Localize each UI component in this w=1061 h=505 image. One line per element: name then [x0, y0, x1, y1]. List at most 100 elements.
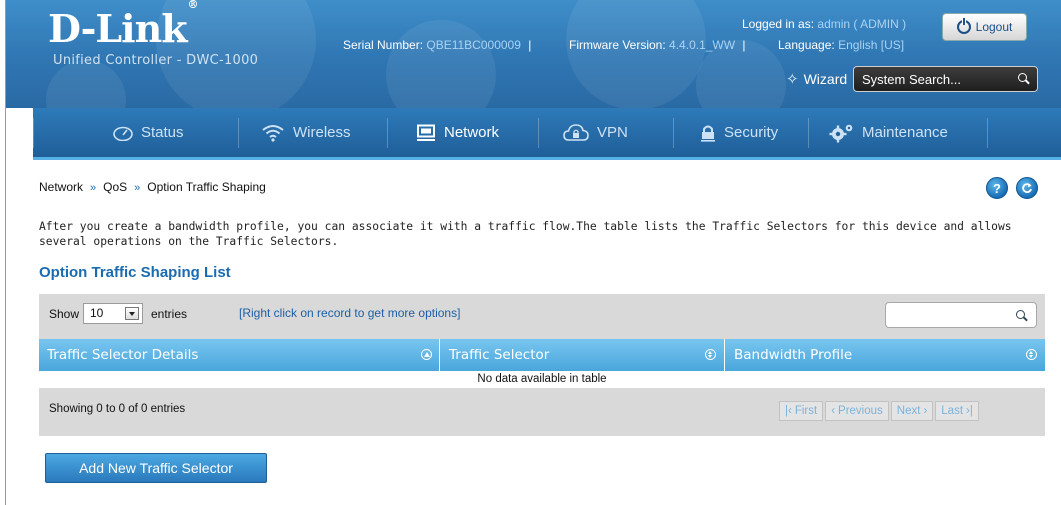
entries-value: 10 [90, 306, 104, 320]
traffic-selector-table: Show 10 entries [Right click on record t… [39, 294, 1045, 436]
dlink-logo: D-Link® [48, 0, 199, 51]
nav-item-network[interactable]: Network [416, 108, 499, 157]
next-label: Next [896, 405, 921, 417]
main-nav: Status Wireless Network VPN Security Mai… [33, 108, 1061, 160]
last-label: Last [941, 405, 964, 417]
nav-divider [987, 118, 988, 148]
nav-item-status[interactable]: Status [113, 108, 184, 157]
table-info: Showing 0 to 0 of 0 entries [49, 403, 186, 415]
first-page-button[interactable]: |‹ First [779, 401, 824, 421]
power-icon [956, 18, 971, 34]
next-page-button[interactable]: Next › [890, 401, 934, 421]
sort-asc-icon [421, 349, 432, 360]
column-header-bandwidth[interactable]: Bandwidth Profile [726, 339, 1045, 371]
pagination: |‹ First ‹ Previous Next › Last ›| [779, 401, 979, 421]
nav-label: Security [724, 124, 779, 141]
previous-label: Previous [838, 405, 883, 417]
show-label: Show [49, 307, 80, 321]
gears-icon [829, 124, 853, 142]
column-label: Traffic Selector [449, 347, 550, 363]
refresh-button[interactable] [1016, 177, 1038, 199]
nav-label: Network [444, 124, 500, 141]
serial-label: Serial Number: [343, 38, 424, 52]
empty-table-row: No data available in table [39, 371, 1045, 388]
nav-divider [33, 118, 34, 148]
language-label: Language: [778, 38, 835, 52]
decor-bubble [386, 20, 496, 108]
section-title: Option Traffic Shaping List [39, 264, 231, 281]
breadcrumb-separator: » [134, 182, 141, 194]
table-header: Traffic Selector Details Traffic Selecto… [39, 339, 1045, 371]
lock-icon [701, 125, 715, 142]
nav-label: Wireless [293, 124, 351, 141]
nav-item-wireless[interactable]: Wireless [261, 108, 351, 157]
logout-label: Logout [975, 20, 1013, 34]
refresh-icon [1022, 183, 1032, 193]
nav-item-maintenance[interactable]: Maintenance [828, 108, 948, 157]
help-button[interactable]: ? [986, 177, 1008, 199]
system-search-input[interactable] [862, 71, 1002, 88]
page-description: After you create a bandwidth profile, yo… [39, 220, 1012, 248]
breadcrumb: Network » QoS » Option Traffic Shaping [39, 180, 266, 194]
entries-select[interactable]: 10 [83, 303, 143, 324]
breadcrumb-network[interactable]: Network [39, 180, 83, 194]
cloud-lock-icon [563, 123, 589, 141]
wizard-link[interactable]: ✧ Wizard [786, 70, 847, 88]
right-click-hint: [Right click on record to get more optio… [239, 306, 461, 320]
status-gauge-icon [113, 126, 133, 141]
column-header-selector[interactable]: Traffic Selector [441, 339, 725, 371]
breadcrumb-current: Option Traffic Shaping [147, 180, 266, 194]
breadcrumb-qos[interactable]: QoS [103, 180, 127, 194]
nav-label: Maintenance [862, 124, 948, 141]
page: D-Link® Unified Controller - DWC-1000 Lo… [0, 0, 1061, 505]
search-icon[interactable] [1016, 310, 1025, 319]
chevron-down-icon[interactable] [125, 307, 139, 320]
logged-user: admin ( ADMIN ) [817, 17, 907, 31]
previous-page-button[interactable]: ‹ Previous [825, 401, 889, 421]
help-icon: ? [993, 180, 1001, 196]
search-icon[interactable] [1018, 73, 1027, 82]
wand-icon: ✧ [786, 71, 799, 88]
language: Language: English [US] [778, 38, 904, 52]
nav-divider [673, 118, 674, 148]
header: D-Link® Unified Controller - DWC-1000 Lo… [6, 0, 1061, 108]
sort-icon [705, 349, 716, 360]
app-frame: D-Link® Unified Controller - DWC-1000 Lo… [5, 0, 1061, 505]
sort-icon [1026, 349, 1037, 360]
wizard-label: Wizard [803, 71, 848, 87]
nav-divider [387, 118, 388, 148]
nav-item-security[interactable]: Security [700, 108, 778, 157]
product-name: Unified Controller - DWC-1000 [53, 53, 259, 68]
logged-label: Logged in as: [742, 17, 815, 31]
logout-button[interactable]: Logout [942, 13, 1027, 41]
column-header-details[interactable]: Traffic Selector Details [39, 339, 440, 371]
add-traffic-selector-button[interactable]: Add New Traffic Selector [45, 453, 267, 483]
nav-divider [238, 118, 239, 148]
entries-label: entries [151, 307, 188, 321]
previous-icon: ‹ [831, 405, 836, 417]
firmware-label: Firmware Version: [569, 38, 666, 52]
logged-in-info: Logged in as: admin ( ADMIN ) [742, 17, 906, 31]
language-value[interactable]: English [US] [838, 38, 904, 52]
last-page-button[interactable]: Last ›| [935, 401, 979, 421]
nav-label: VPN [597, 124, 628, 141]
column-label: Traffic Selector Details [47, 347, 199, 363]
nav-divider [808, 118, 809, 148]
last-icon: ›| [966, 405, 973, 417]
decor-bubble [566, 0, 706, 108]
nav-item-vpn[interactable]: VPN [563, 108, 628, 157]
next-icon: › [923, 405, 928, 417]
firmware-value: 4.4.0.1_WW [669, 38, 736, 52]
nav-label: Status [141, 124, 184, 141]
first-label: First [794, 405, 818, 417]
firmware-version: Firmware Version: 4.4.0.1_WW | [569, 38, 746, 52]
first-icon: |‹ [785, 405, 792, 417]
breadcrumb-separator: » [90, 182, 97, 194]
table-search-input[interactable] [892, 307, 1012, 324]
monitor-icon [417, 124, 435, 141]
nav-divider [538, 118, 539, 148]
wifi-icon [262, 124, 284, 142]
table-search [885, 302, 1037, 328]
serial-number: Serial Number: QBE11BC000009 | [343, 38, 532, 52]
serial-value: QBE11BC000009 [426, 38, 521, 52]
